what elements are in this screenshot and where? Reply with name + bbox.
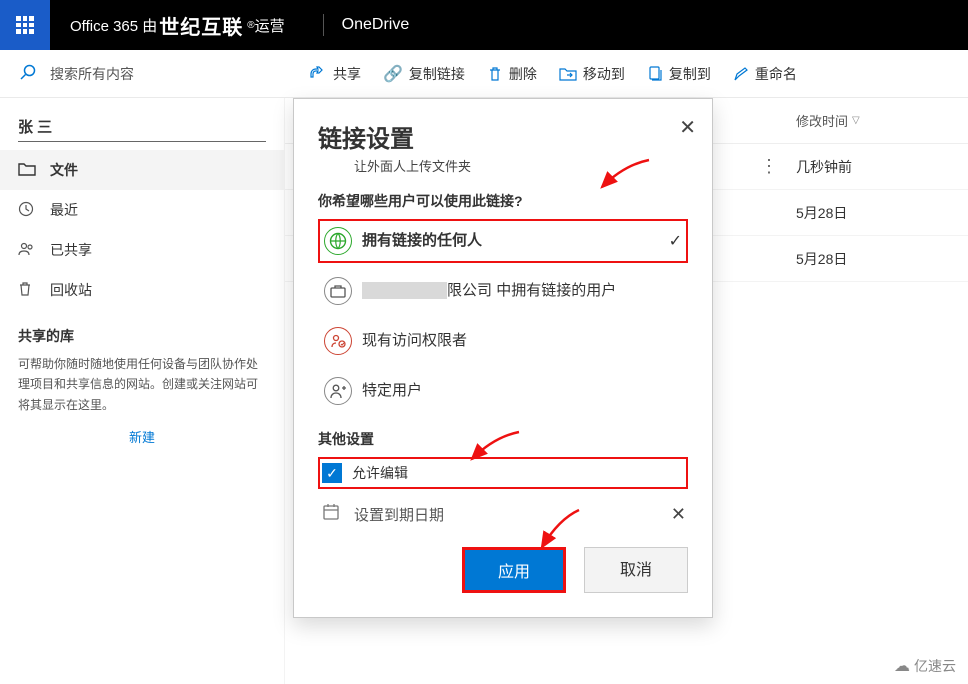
other-settings: 其他设置 ✓ 允许编辑 设置到期日期 ✕	[318, 429, 688, 531]
copyto-label: 复制到	[669, 64, 711, 84]
copylink-button[interactable]: 🔗 复制链接	[383, 64, 465, 84]
option-anyone[interactable]: 拥有链接的任何人 ✓	[318, 219, 688, 263]
nav-shared-label: 已共享	[50, 240, 92, 260]
share-button[interactable]: 共享	[309, 64, 361, 84]
recycle-icon	[18, 281, 36, 300]
nav-files[interactable]: 文件	[0, 150, 284, 190]
dialog-buttons: 应用 取消	[318, 547, 688, 593]
row-menu-icon[interactable]: ⋮	[760, 156, 778, 177]
row-date: 几秒钟前	[796, 157, 956, 177]
option-org[interactable]: ████████限公司 中拥有链接的用户	[318, 269, 688, 313]
brand-prefix: Office 365 由	[70, 15, 157, 36]
nav-recycle-label: 回收站	[50, 280, 92, 300]
search-box[interactable]: 搜索所有内容	[0, 64, 285, 84]
nav-shared[interactable]: 已共享	[0, 230, 284, 270]
brand-reg: ®	[247, 20, 254, 31]
dialog-title: 链接设置	[318, 119, 688, 154]
col-date-label: 修改时间	[796, 111, 848, 130]
shared-libs-text: 可帮助你随时随地使用任何设备与团队协作处理项目和共享信息的网站。创建或关注网站可…	[0, 354, 284, 415]
dialog-subtitle: 让外面人上传文件夹	[354, 156, 688, 175]
search-icon	[20, 64, 36, 83]
redacted-org-name: ████████	[362, 282, 447, 299]
allow-edit-label: 允许编辑	[352, 463, 408, 483]
nav-files-label: 文件	[50, 160, 78, 180]
copyright-text: © 2019 ZJUNSEN https://blog.51cto.com/rd…	[710, 2, 958, 16]
shared-libs-header: 共享的库	[0, 310, 284, 354]
clock-icon	[18, 201, 36, 220]
main-panel: 修改时间 ▽ ⋮ 几秒钟前 5月28日 5月28日 ✕ 链接设置 让外面人上传文…	[285, 98, 968, 684]
delete-label: 删除	[509, 64, 537, 84]
option-specific-label: 特定用户	[362, 381, 682, 401]
command-bar: 搜索所有内容 共享 🔗 复制链接 删除 移动到 复制到 重命名	[0, 50, 968, 98]
sidebar: 张 三 文件 最近 已共享	[0, 98, 285, 684]
briefcase-icon	[324, 277, 352, 305]
who-section-label: 你希望哪些用户可以使用此链接?	[318, 191, 688, 211]
apply-button[interactable]: 应用	[462, 547, 566, 593]
expire-date-row[interactable]: 设置到期日期 ✕	[318, 497, 688, 531]
allow-edit-row[interactable]: ✓ 允许编辑	[318, 457, 688, 489]
option-existing-label: 现有访问权限者	[362, 331, 682, 351]
people-icon	[18, 242, 36, 259]
cancel-button[interactable]: 取消	[584, 547, 688, 593]
row-date: 5月28日	[796, 203, 956, 223]
rename-label: 重命名	[755, 64, 797, 84]
globe-icon	[324, 227, 352, 255]
specific-user-icon	[324, 377, 352, 405]
option-specific[interactable]: 特定用户	[318, 369, 688, 413]
other-settings-header: 其他设置	[318, 429, 688, 449]
actions-group: 共享 🔗 复制链接 删除 移动到 复制到 重命名	[285, 64, 968, 84]
user-underline	[18, 141, 266, 142]
user-name: 张 三	[0, 112, 284, 139]
search-placeholder: 搜索所有内容	[50, 64, 134, 84]
nav-recent[interactable]: 最近	[0, 190, 284, 230]
clear-date-icon[interactable]: ✕	[671, 504, 686, 525]
app-name: OneDrive	[342, 16, 410, 34]
link-settings-dialog: ✕ 链接设置 让外面人上传文件夹 你希望哪些用户可以使用此链接? 拥有链接的任何…	[293, 98, 713, 618]
link-icon: 🔗	[383, 64, 403, 84]
new-link[interactable]: 新建	[0, 427, 284, 446]
brand-area: Office 365 由 世纪互联 ® 运营	[50, 11, 305, 40]
waffle-icon	[16, 16, 34, 34]
folder-icon	[18, 162, 36, 179]
move-button[interactable]: 移动到	[559, 64, 625, 84]
copyto-button[interactable]: 复制到	[647, 64, 711, 84]
option-existing[interactable]: 现有访问权限者	[318, 319, 688, 363]
row-date: 5月28日	[796, 249, 956, 269]
cloud-icon: ☁	[894, 656, 910, 676]
chevron-down-icon: ▽	[852, 115, 860, 126]
watermark-text: 亿速云	[914, 656, 956, 676]
divider	[323, 14, 324, 36]
checkbox-checked-icon[interactable]: ✓	[322, 463, 342, 483]
content-area: 张 三 文件 最近 已共享	[0, 98, 968, 684]
brand-bold: 世纪互联	[159, 11, 243, 40]
existing-access-icon	[324, 327, 352, 355]
share-label: 共享	[333, 64, 361, 84]
rename-button[interactable]: 重命名	[733, 64, 797, 84]
watermark: ☁ 亿速云	[894, 656, 956, 676]
move-label: 移动到	[583, 64, 625, 84]
brand-suffix: 运营	[255, 15, 285, 36]
nav-list: 文件 最近 已共享 回收站	[0, 150, 284, 310]
delete-button[interactable]: 删除	[487, 64, 537, 84]
calendar-icon	[322, 503, 344, 525]
copylink-label: 复制链接	[409, 64, 465, 84]
check-icon: ✓	[669, 231, 682, 251]
option-anyone-label: 拥有链接的任何人	[362, 231, 669, 251]
nav-recent-label: 最近	[50, 200, 78, 220]
nav-recycle[interactable]: 回收站	[0, 270, 284, 310]
close-button[interactable]: ✕	[679, 115, 696, 140]
option-org-label: ████████限公司 中拥有链接的用户	[362, 281, 682, 301]
app-launcher-button[interactable]	[0, 0, 50, 50]
expire-date-label: 设置到期日期	[354, 504, 444, 525]
col-date-header[interactable]: 修改时间 ▽	[796, 111, 956, 130]
